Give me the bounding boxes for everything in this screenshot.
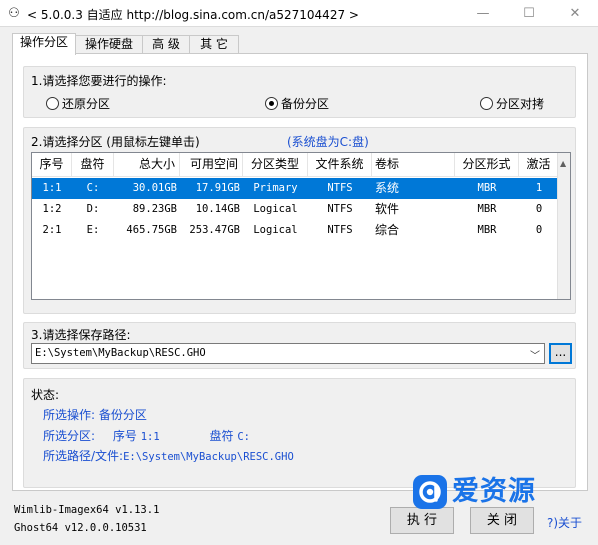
partition-row[interactable]: 1:1 C: 30.01GB 17.91GB Primary NTFS 系统 M…	[32, 178, 559, 199]
cell-partition-form: MBR	[477, 203, 497, 215]
column-header-volume-label[interactable]: 卷标	[372, 153, 455, 177]
tab-advanced[interactable]: 高 级	[142, 35, 190, 54]
cell-file-system: NTFS	[327, 182, 353, 194]
restore-partition-radio[interactable]: 还原分区	[46, 95, 110, 112]
minimize-button[interactable]: —	[460, 0, 506, 27]
backup-partition-radio[interactable]: 备份分区	[265, 95, 329, 112]
column-header-total-size[interactable]: 总大小	[114, 153, 180, 177]
execute-button[interactable]: 执 行	[390, 507, 454, 534]
column-header-drive[interactable]: 盘符	[72, 153, 114, 177]
radio-indicator	[480, 97, 493, 110]
save-path-combo[interactable]: E:\System\MyBackup\RESC.GHO ﹀	[31, 343, 545, 364]
radio-indicator	[46, 97, 59, 110]
cell-volume-label: 软件	[375, 202, 400, 216]
window-title: < 5.0.0.3 自适应 http://blog.sina.com.cn/a5…	[27, 8, 359, 22]
close-window-button[interactable]: ✕	[552, 0, 598, 27]
save-path-value: E:\System\MyBackup\RESC.GHO	[35, 347, 206, 359]
cell-partition-type: Logical	[253, 203, 298, 215]
close-button[interactable]: 关 闭	[470, 507, 534, 534]
status-operation: 所选操作: 备份分区	[43, 408, 147, 422]
cell-drive: D:	[86, 203, 100, 215]
wimlib-version: Wimlib-Imagex64 v1.13.1	[14, 504, 160, 516]
title-bar: ⚇ < 5.0.0.3 自适应 http://blog.sina.com.cn/…	[0, 0, 598, 27]
partition-list-header: 序号 盘符 总大小 可用空间 分区类型 文件系统 卷标 分区形式 激活	[32, 153, 559, 177]
browse-button[interactable]: ...	[549, 343, 572, 364]
scroll-up-arrow-icon[interactable]: ▲	[560, 159, 566, 168]
radio-indicator-checked	[265, 97, 278, 110]
cell-free-space: 253.47GB	[189, 224, 240, 236]
save-path-label: 3.请选择保存路径:	[31, 328, 131, 342]
cell-volume-label: 综合	[375, 223, 400, 237]
cell-total-size: 30.01GB	[132, 182, 177, 194]
cell-active: 0	[535, 203, 543, 215]
tab-partition[interactable]: 操作分区	[12, 33, 76, 55]
chevron-down-icon[interactable]: ﹀	[530, 347, 540, 362]
cell-index: 1:2	[42, 203, 62, 215]
cell-total-size: 89.23GB	[132, 203, 177, 215]
cell-drive: E:	[86, 224, 100, 236]
system-disk-note: (系统盘为C:盘)	[287, 135, 369, 149]
status-label: 状态:	[31, 388, 60, 402]
cell-partition-form: MBR	[477, 182, 497, 194]
partition-select-label: 2.请选择分区 (用鼠标左键单击)	[31, 135, 200, 149]
watermark-logo-icon	[413, 475, 447, 509]
about-link[interactable]: ?)关于	[547, 514, 582, 531]
cell-volume-label: 系统	[375, 181, 400, 195]
partition-row[interactable]: 2:1 E: 465.75GB 253.47GB Logical NTFS 综合…	[32, 220, 559, 241]
maximize-button[interactable]: ☐	[506, 0, 552, 27]
cell-partition-form: MBR	[477, 224, 497, 236]
cell-free-space: 17.91GB	[195, 182, 240, 194]
cell-free-space: 10.14GB	[195, 203, 240, 215]
cell-index: 2:1	[42, 224, 62, 236]
column-header-partition-form[interactable]: 分区形式	[455, 153, 519, 177]
partition-list[interactable]: 序号 盘符 总大小 可用空间 分区类型 文件系统 卷标 分区形式 激活 1:1 …	[31, 152, 571, 300]
cell-drive: C:	[86, 182, 100, 194]
cell-partition-type: Primary	[253, 182, 298, 194]
status-partition: 所选分区: 序号 1:1 盘符 C:	[43, 429, 251, 443]
clone-partition-radio[interactable]: 分区对拷	[480, 95, 544, 112]
column-header-active[interactable]: 激活	[519, 153, 559, 177]
operation-label: 1.请选择您要进行的操作:	[31, 74, 167, 88]
watermark-text: 爱资源	[452, 476, 536, 507]
cell-total-size: 465.75GB	[126, 224, 177, 236]
app-icon[interactable]: ⚇	[6, 6, 22, 22]
tab-disk[interactable]: 操作硬盘	[75, 35, 143, 54]
column-header-free-space[interactable]: 可用空间	[180, 153, 243, 177]
column-header-index[interactable]: 序号	[32, 153, 72, 177]
ghost-version: Ghost64 v12.0.0.10531	[14, 522, 147, 534]
cell-index: 1:1	[42, 182, 62, 194]
partition-row[interactable]: 1:2 D: 89.23GB 10.14GB Logical NTFS 软件 M…	[32, 199, 559, 220]
cell-partition-type: Logical	[253, 224, 298, 236]
column-header-file-system[interactable]: 文件系统	[308, 153, 372, 177]
partition-list-scrollbar[interactable]: ▲	[557, 153, 570, 299]
tab-other[interactable]: 其 它	[189, 35, 239, 54]
cell-file-system: NTFS	[327, 203, 353, 215]
cell-active: 0	[535, 224, 543, 236]
cell-active: 1	[535, 182, 543, 194]
status-path: 所选路径/文件:E:\System\MyBackup\RESC.GHO	[43, 449, 294, 463]
column-header-partition-type[interactable]: 分区类型	[243, 153, 308, 177]
cell-file-system: NTFS	[327, 224, 353, 236]
